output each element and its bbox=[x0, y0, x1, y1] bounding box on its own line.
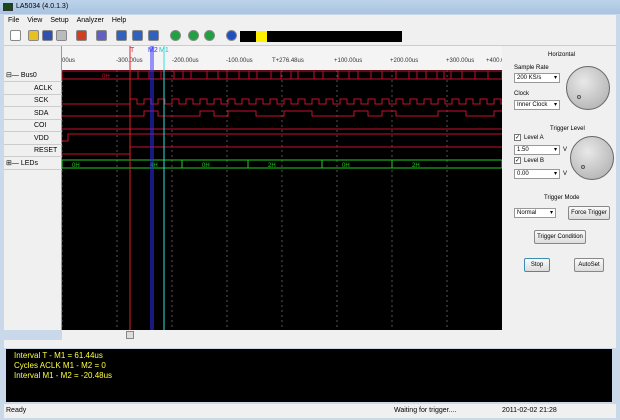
leds-value: 2H bbox=[268, 163, 276, 169]
horizontal-heading: Horizontal bbox=[548, 52, 576, 58]
control-panel: Horizontal Sample Rate 200 KS/s Clock In… bbox=[502, 46, 616, 340]
progress-indicator bbox=[256, 31, 267, 42]
menu-analyzer[interactable]: Analyzer bbox=[77, 17, 104, 24]
channel-name: ACLK bbox=[34, 85, 53, 92]
help-icon[interactable] bbox=[226, 30, 237, 41]
channel-bus0[interactable]: ⊟— Bus0 bbox=[4, 70, 62, 82]
level-a-label: Level A bbox=[524, 135, 544, 141]
status-trigger: Waiting for trigger.... bbox=[394, 407, 457, 414]
channel-name: SDA bbox=[34, 110, 49, 117]
channel-sda[interactable]: SDA bbox=[4, 108, 62, 120]
level-a-unit: V bbox=[563, 147, 568, 153]
leds-value: 0H bbox=[202, 163, 210, 169]
app-icon bbox=[3, 3, 13, 11]
horizontal-knob[interactable] bbox=[566, 66, 610, 110]
leds-value: 0H bbox=[72, 163, 80, 169]
capture-progress bbox=[240, 31, 402, 42]
level-b-select[interactable]: 0.00 bbox=[514, 169, 560, 179]
clock-select[interactable]: Inner Clock bbox=[514, 100, 560, 110]
menu-bar: File View Setup Analyzer Help bbox=[4, 15, 616, 26]
trigger-mode-heading: Trigger Mode bbox=[544, 195, 580, 201]
chart-icon[interactable] bbox=[76, 30, 87, 41]
level-a-checkbox[interactable]: ✓ bbox=[514, 134, 521, 141]
channel-sck[interactable]: SCK bbox=[4, 95, 62, 107]
scrollbar-thumb[interactable] bbox=[126, 331, 134, 339]
channel-reset[interactable]: RESET bbox=[4, 145, 62, 157]
collapse-icon[interactable]: ⊟ bbox=[6, 72, 12, 79]
menu-setup[interactable]: Setup bbox=[50, 17, 68, 24]
channel-name: RESET bbox=[34, 147, 58, 154]
trigger-condition-button[interactable]: Trigger Condition bbox=[534, 230, 586, 244]
status-ready: Ready bbox=[6, 407, 27, 414]
autoset-button[interactable]: AutoSet bbox=[574, 258, 604, 272]
window-title: LA5034 (4.0.1.3) bbox=[16, 3, 69, 10]
channel-aclk[interactable]: ACLK bbox=[4, 83, 62, 95]
measurement-log: Interval T - M1 = 61.44us Cycles ACLK M1… bbox=[6, 349, 612, 402]
menu-view[interactable]: View bbox=[27, 17, 42, 24]
menu-file[interactable]: File bbox=[8, 17, 19, 24]
sample-rate-select[interactable]: 200 KS/s bbox=[514, 73, 560, 83]
level-a-select[interactable]: 1.50 bbox=[514, 145, 560, 155]
waveform-canvas[interactable]: 0H0H4H0H2H0H2H bbox=[62, 46, 502, 330]
stop-button[interactable]: Stop bbox=[524, 258, 550, 272]
cursor-m2 bbox=[150, 46, 154, 330]
channel-vdd[interactable]: VDD bbox=[4, 133, 62, 145]
status-bar: Ready Waiting for trigger.... 2011-02-02… bbox=[4, 404, 616, 418]
zoom-fit-icon[interactable] bbox=[148, 30, 159, 41]
forward-icon[interactable] bbox=[204, 30, 215, 41]
log-line: Interval T - M1 = 61.44us bbox=[14, 351, 103, 360]
channel-name: SCK bbox=[34, 97, 49, 104]
channel-name: Bus0 bbox=[20, 72, 37, 79]
level-b-unit: V bbox=[563, 171, 568, 177]
sample-rate-label: Sample Rate bbox=[514, 65, 549, 71]
settings-icon[interactable] bbox=[96, 30, 107, 41]
channel-name: COI bbox=[34, 122, 47, 129]
status-datetime: 2011-02-02 21:28 bbox=[502, 407, 557, 414]
save-icon[interactable] bbox=[42, 30, 53, 41]
leds-value: 2H bbox=[412, 163, 420, 169]
expand-icon[interactable]: ⊞ bbox=[6, 160, 12, 167]
channel-coi[interactable]: COI bbox=[4, 120, 62, 132]
trigger-level-knob[interactable] bbox=[570, 136, 614, 180]
zoom-out-icon[interactable] bbox=[132, 30, 143, 41]
log-line: Cycles ACLK M1 - M2 = 0 bbox=[14, 361, 106, 370]
log-splitter[interactable] bbox=[4, 340, 616, 348]
trigger-icon[interactable] bbox=[188, 30, 199, 41]
new-icon[interactable] bbox=[10, 30, 21, 41]
force-trigger-button[interactable]: Force Trigger bbox=[568, 206, 610, 220]
zoom-in-icon[interactable] bbox=[116, 30, 127, 41]
bus0-value: 0H bbox=[102, 74, 110, 80]
menu-help[interactable]: Help bbox=[112, 17, 126, 24]
level-b-checkbox[interactable]: ✓ bbox=[514, 157, 521, 164]
trigger-level-heading: Trigger Level bbox=[550, 126, 585, 132]
trigger-mode-select[interactable]: Normal bbox=[514, 208, 556, 218]
print-icon[interactable] bbox=[56, 30, 67, 41]
channel-name: VDD bbox=[34, 135, 49, 142]
channel-name: LEDs bbox=[20, 160, 38, 167]
open-icon[interactable] bbox=[28, 30, 39, 41]
title-bar: LA5034 (4.0.1.3) bbox=[0, 0, 620, 14]
back-icon[interactable] bbox=[170, 30, 181, 41]
leds-value: 0H bbox=[342, 163, 350, 169]
clock-label: Clock bbox=[514, 91, 530, 97]
channel-leds[interactable]: ⊞— LEDs bbox=[4, 158, 62, 170]
log-line: Interval M1 - M2 = -20.48us bbox=[14, 371, 113, 380]
level-b-label: Level B bbox=[524, 158, 545, 164]
channel-list: ⊟— Bus0 ACLK SCK SDA COI VDD RESET ⊞— LEDs bbox=[4, 46, 62, 330]
